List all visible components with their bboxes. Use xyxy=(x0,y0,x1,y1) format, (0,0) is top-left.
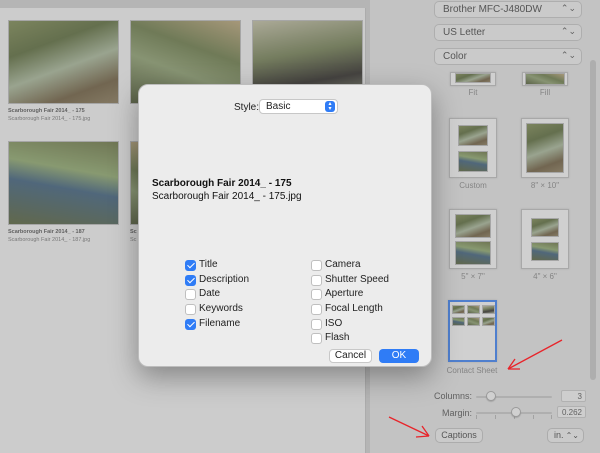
checkbox-unchecked-icon xyxy=(311,304,322,315)
checkbox-checked-icon xyxy=(185,319,196,330)
checkbox-label: Title xyxy=(199,259,218,270)
captions-dialog: Style: Basic ▴ ▾ Scarborough Fair 2014_ -… xyxy=(138,84,432,367)
style-label: Style: xyxy=(234,102,260,113)
cancel-button[interactable]: Cancel xyxy=(329,349,372,363)
checkbox-unchecked-icon xyxy=(311,333,322,344)
annotation-arrow-icon xyxy=(507,339,563,370)
checkbox-unchecked-icon xyxy=(311,275,322,286)
checkbox-unchecked-icon xyxy=(185,289,196,300)
checkbox-unchecked-icon xyxy=(311,260,322,271)
checkbox-label: Shutter Speed xyxy=(325,274,389,285)
checkbox-label: Flash xyxy=(325,332,350,343)
arrow-shaft xyxy=(507,339,563,370)
checkbox-unchecked-icon xyxy=(311,319,322,330)
checkbox-checked-icon xyxy=(185,260,196,271)
arrow-head xyxy=(415,435,430,438)
checkbox-label: Keywords xyxy=(199,303,243,314)
caption-preview-title: Scarborough Fair 2014_ - 175 xyxy=(152,178,292,189)
checkbox-label: ISO xyxy=(325,318,343,329)
checkbox-label: Date xyxy=(199,288,221,299)
checkbox-unchecked-icon xyxy=(185,304,196,315)
caption-preview-filename: Scarborough Fair 2014_ - 175.jpg xyxy=(152,191,302,202)
style-value: Basic xyxy=(266,101,291,112)
checkbox-unchecked-icon xyxy=(311,289,322,300)
checkbox-label: Focal Length xyxy=(325,303,383,314)
annotation-arrow-icon xyxy=(388,416,430,438)
checkbox-label: Filename xyxy=(199,318,241,329)
ok-button[interactable]: OK xyxy=(379,349,419,363)
checkbox-label: Aperture xyxy=(325,288,364,299)
checkbox-label: Camera xyxy=(325,259,361,270)
chevron-updown-icon: ▴ ▾ xyxy=(325,101,335,112)
checkbox-checked-icon xyxy=(185,275,196,286)
print-window: Scarborough Fair 2014_ - 175 Scarborough… xyxy=(0,0,600,453)
checkbox-label: Description xyxy=(199,274,250,285)
style-select[interactable]: Basic ▴ ▾ xyxy=(259,99,338,114)
